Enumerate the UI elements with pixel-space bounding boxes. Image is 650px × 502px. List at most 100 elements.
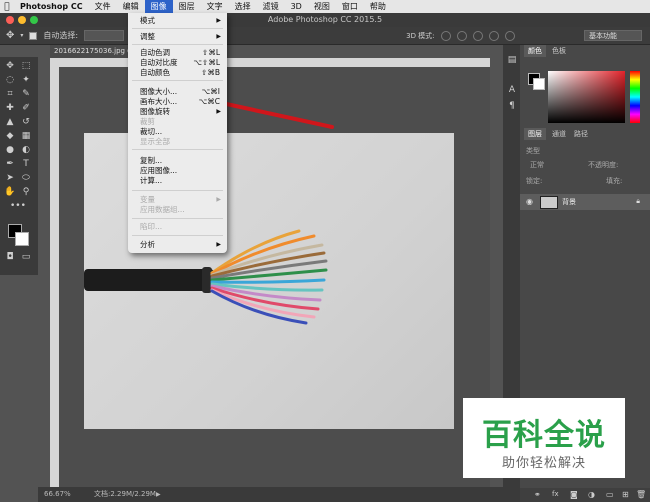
lasso-icon[interactable]: ◌ <box>3 75 17 86</box>
menu-filter[interactable]: 滤镜 <box>257 0 285 13</box>
menu-image[interactable]: 图像 <box>144 0 173 13</box>
tool-preset-dropdown-icon[interactable]: ▾ <box>20 32 23 39</box>
tab-layers[interactable]: 图层 <box>524 128 546 140</box>
history-brush-icon[interactable]: ↺ <box>19 117 33 128</box>
3d-rotate-icon[interactable] <box>440 30 451 41</box>
menu-item-mode[interactable]: 模式 ▶ <box>128 16 227 25</box>
character-panel-icon[interactable]: A <box>505 85 519 96</box>
3d-drag-icon[interactable] <box>472 30 483 41</box>
tab-paths[interactable]: 路径 <box>570 128 592 140</box>
3d-mode-label: 3D 模式: <box>406 31 435 40</box>
fill-label: 填充: <box>606 177 623 185</box>
fx-icon[interactable]: fx <box>552 490 559 498</box>
menu-window[interactable]: 窗口 <box>336 0 364 13</box>
link-layers-icon[interactable]: ⚭ <box>534 490 541 499</box>
bg-color-chip[interactable] <box>533 78 545 90</box>
background-color-swatch[interactable] <box>15 232 29 246</box>
menu-item-auto-tone[interactable]: 自动色调 ⇧⌘L <box>128 48 227 57</box>
color-field[interactable] <box>548 71 625 123</box>
menu-item-apply-image[interactable]: 应用图像... <box>128 166 227 175</box>
pen-icon[interactable]: ✒ <box>3 159 17 170</box>
clone-stamp-icon[interactable]: ▲ <box>3 117 17 128</box>
3d-slide-icon[interactable] <box>488 30 499 41</box>
mask-icon[interactable]: ◙ <box>570 490 578 499</box>
auto-select-target-dropdown[interactable] <box>84 30 125 41</box>
paragraph-panel-icon[interactable]: ¶ <box>505 101 519 112</box>
menu-item-duplicate[interactable]: 复制... <box>128 156 227 165</box>
new-group-icon[interactable]: ▭ <box>606 490 614 499</box>
blur-icon[interactable]: ● <box>3 145 17 156</box>
menu-help[interactable]: 帮助 <box>364 0 392 13</box>
close-window-button[interactable] <box>6 16 14 24</box>
blend-mode-dropdown[interactable]: 正常 <box>530 160 544 170</box>
lock-icon: 🔒︎ <box>636 197 640 205</box>
zoom-icon[interactable]: ⚲ <box>19 187 33 198</box>
menu-type[interactable]: 文字 <box>201 0 229 13</box>
menu-item-image-size[interactable]: 图像大小... ⌥⌘I <box>128 87 227 96</box>
menu-item-canvas-size[interactable]: 画布大小... ⌥⌘C <box>128 97 227 106</box>
move-tool-icon[interactable]: ✥ <box>6 30 14 41</box>
menu-separator <box>132 235 223 236</box>
workspace-switcher[interactable]: 基本功能 <box>584 30 642 41</box>
magic-wand-icon[interactable]: ✦ <box>19 75 33 86</box>
screen-mode-icon[interactable]: ▭ <box>19 252 33 263</box>
3d-roll-icon[interactable] <box>456 30 467 41</box>
document-size: 文档:2.29M/2.29M <box>94 490 156 498</box>
mac-menu-bar:  Photoshop CC 文件 编辑 图像 图层 文字 选择 滤镜 3D 视… <box>0 0 650 13</box>
menu-edit[interactable]: 编辑 <box>117 0 145 13</box>
menu-item-auto-color[interactable]: 自动颜色 ⇧⌘B <box>128 68 227 77</box>
zoom-window-button[interactable] <box>30 16 38 24</box>
tab-color[interactable]: 颜色 <box>524 45 546 57</box>
menu-item-adjustments[interactable]: 调整 ▶ <box>128 32 227 41</box>
auto-select-checkbox[interactable] <box>29 31 38 40</box>
more-tools-icon[interactable]: ••• <box>10 201 26 212</box>
adjustment-layer-icon[interactable]: ◑ <box>588 490 595 499</box>
eraser-icon[interactable]: ◆ <box>3 131 17 142</box>
menu-view[interactable]: 视图 <box>308 0 336 13</box>
zoom-level[interactable]: 66.67% <box>44 487 71 502</box>
menu-item-auto-contrast[interactable]: 自动对比度 ⌥⇧⌘L <box>128 58 227 67</box>
layers-footer: ⚭ fx ◙ ◑ ▭ ⊞ 🗑︎ <box>520 488 650 502</box>
shape-icon[interactable]: ⬭ <box>19 173 33 184</box>
status-arrow-icon[interactable]: ▶ <box>156 487 161 502</box>
menu-item-trim[interactable]: 裁切... <box>128 127 227 136</box>
layer-name[interactable]: 背景 <box>562 197 576 207</box>
layer-kind-filter[interactable]: 类型 <box>526 146 540 156</box>
layer-row-background[interactable]: ◉ 背景 🔒︎ <box>520 194 650 210</box>
menu-item-calculations[interactable]: 计算... <box>128 176 227 185</box>
menu-item-image-rotation[interactable]: 图像旋转 ▶ <box>128 107 227 116</box>
menu-photoshop[interactable]: Photoshop CC <box>14 0 89 13</box>
menu-select[interactable]: 选择 <box>229 0 257 13</box>
new-layer-icon[interactable]: ⊞ <box>622 490 629 499</box>
menu-layer[interactable]: 图层 <box>173 0 201 13</box>
apple-icon[interactable]:  <box>0 2 14 12</box>
tab-swatches[interactable]: 色板 <box>548 45 570 57</box>
menu-file[interactable]: 文件 <box>89 0 117 13</box>
minimize-window-button[interactable] <box>18 16 26 24</box>
history-panel-icon[interactable]: ▤ <box>505 55 519 66</box>
hue-slider[interactable] <box>630 71 640 123</box>
eye-icon[interactable]: ◉ <box>526 197 533 206</box>
healing-brush-icon[interactable]: ✚ <box>3 103 17 114</box>
document-tab[interactable]: 20166221750​36.jpg @ <box>50 45 130 58</box>
marquee-icon[interactable]: ⬚ <box>19 61 33 72</box>
gradient-icon[interactable]: ▦ <box>19 131 33 142</box>
quick-mask-icon[interactable]: ◘ <box>3 252 17 263</box>
menu-separator <box>132 149 223 150</box>
brush-icon[interactable]: ✐ <box>19 103 33 114</box>
layer-thumbnail <box>540 196 558 209</box>
path-select-icon[interactable]: ➤ <box>3 173 17 184</box>
3d-scale-icon[interactable] <box>504 30 515 41</box>
eyedropper-icon[interactable]: ✎ <box>19 89 33 100</box>
crop-icon[interactable]: ⌗ <box>3 89 17 100</box>
type-icon[interactable]: T <box>19 159 33 170</box>
submenu-arrow-icon: ▶ <box>216 33 221 40</box>
trash-icon[interactable]: 🗑︎ <box>636 490 646 499</box>
menu-separator <box>132 218 223 219</box>
dodge-icon[interactable]: ◐ <box>19 145 33 156</box>
tab-channels[interactable]: 通道 <box>548 128 570 140</box>
move-icon[interactable]: ✥ <box>3 61 17 72</box>
hand-icon[interactable]: ✋ <box>3 187 17 198</box>
menu-item-analysis[interactable]: 分析 ▶ <box>128 240 227 249</box>
menu-3d[interactable]: 3D <box>285 0 308 13</box>
